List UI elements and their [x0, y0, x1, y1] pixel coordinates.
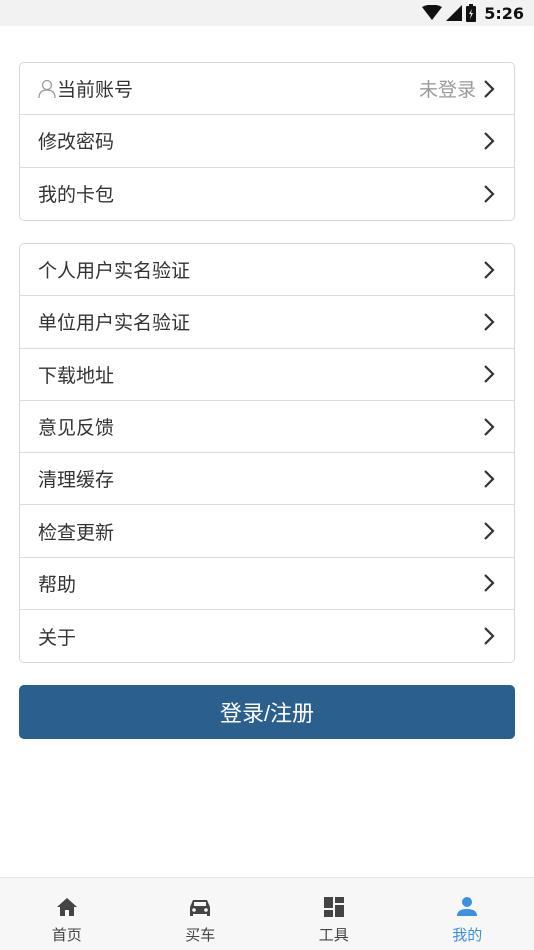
tab-label: 首页 [51, 926, 82, 944]
card-wallet-row[interactable]: 我的卡包 [20, 168, 514, 220]
company-verification-row[interactable]: 单位用户实名验证 [20, 296, 514, 349]
tab-label: 买车 [185, 926, 216, 944]
row-label: 帮助 [38, 573, 77, 596]
chevron-right-icon [484, 470, 495, 488]
change-password-row[interactable]: 修改密码 [20, 115, 514, 168]
row-label: 关于 [38, 626, 77, 649]
chevron-right-icon [484, 417, 495, 436]
chevron-right-icon [484, 574, 495, 593]
tab-buy-car[interactable]: 买车 [134, 878, 268, 950]
chevron-right-icon [484, 522, 495, 540]
tab-tools[interactable]: 工具 [267, 878, 401, 950]
row-label: 下载地址 [38, 364, 115, 387]
row-label: 清理缓存 [38, 469, 115, 492]
row-label: 修改密码 [38, 131, 115, 154]
chevron-right-icon [484, 627, 495, 645]
row-label: 意见反馈 [38, 417, 115, 440]
help-row[interactable]: 帮助 [20, 558, 514, 611]
settings-card: 个人用户实名验证 单位用户实名验证 下载地址 意见反馈 清理缓存 检查更新 帮助… [19, 243, 515, 664]
row-label: 单位用户实名验证 [38, 312, 191, 335]
chevron-right-icon [484, 365, 495, 384]
chevron-right-icon [484, 184, 495, 203]
row-label: 当前账号 [57, 79, 134, 102]
chevron-right-icon [484, 260, 495, 279]
tab-label: 我的 [452, 926, 483, 944]
row-label: 我的卡包 [38, 184, 115, 207]
account-row[interactable]: 当前账号 未登录 [20, 63, 514, 116]
login-register-button[interactable]: 登录/注册 [19, 685, 515, 739]
person-icon [457, 897, 478, 916]
feedback-row[interactable]: 意见反馈 [20, 401, 514, 454]
bottom-tab-bar: 首页 买车 工具 我的 [0, 877, 534, 950]
status-time: 5:26 [484, 3, 524, 23]
row-label: 检查更新 [38, 521, 115, 544]
wifi-icon [422, 5, 443, 20]
user-outline-icon [38, 79, 56, 98]
about-row[interactable]: 关于 [20, 610, 514, 662]
download-address-row[interactable]: 下载地址 [20, 349, 514, 401]
login-status: 未登录 [418, 79, 476, 102]
check-update-row[interactable]: 检查更新 [20, 505, 514, 558]
car-icon [190, 900, 211, 916]
account-card: 当前账号 未登录 修改密码 我的卡包 [19, 62, 515, 221]
signal-icon [446, 5, 463, 21]
home-icon [56, 898, 77, 916]
tab-label: 工具 [318, 926, 349, 944]
chevron-right-icon [484, 313, 495, 331]
status-bar: 5:26 [0, 0, 534, 26]
personal-verification-row[interactable]: 个人用户实名验证 [20, 244, 514, 297]
clear-cache-row[interactable]: 清理缓存 [20, 453, 514, 506]
tab-mine[interactable]: 我的 [401, 878, 534, 950]
row-label: 个人用户实名验证 [38, 260, 191, 283]
chevron-right-icon [484, 79, 495, 98]
dashboard-icon [323, 897, 344, 917]
tab-home[interactable]: 首页 [0, 878, 134, 950]
chevron-right-icon [484, 132, 495, 150]
battery-icon [466, 4, 477, 22]
